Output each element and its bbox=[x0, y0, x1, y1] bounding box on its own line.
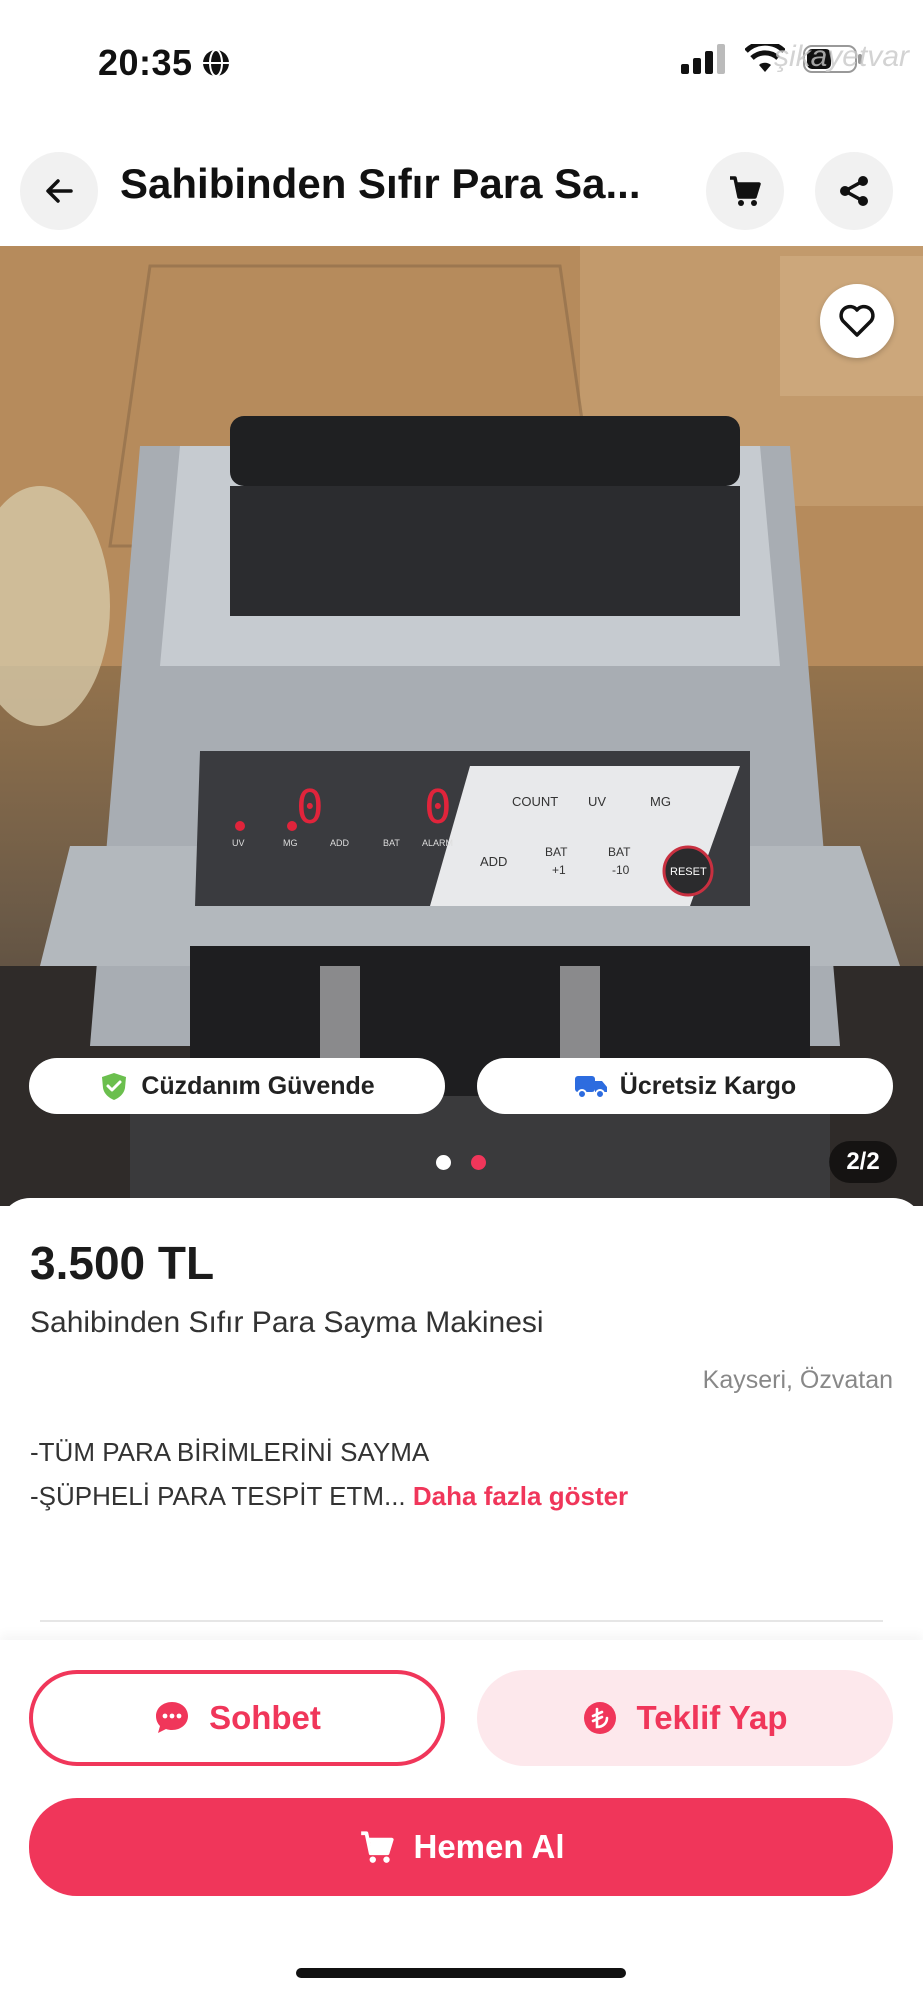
led-label-mg: MG bbox=[283, 838, 298, 848]
chat-button-label: Sohbet bbox=[209, 1699, 321, 1736]
divider bbox=[40, 1620, 883, 1622]
key-minus-ten: -10 bbox=[612, 863, 630, 877]
wallet-safe-badge: Cüzdanım Güvende bbox=[29, 1058, 445, 1114]
make-offer-button[interactable]: Teklif Yap bbox=[477, 1670, 893, 1766]
clock-text: 20:35 bbox=[98, 42, 193, 83]
cart-button[interactable] bbox=[706, 152, 784, 230]
back-button[interactable] bbox=[20, 152, 98, 230]
listing-price: 3.500 TL bbox=[30, 1237, 215, 1289]
share-button[interactable] bbox=[815, 152, 893, 230]
home-indicator[interactable] bbox=[296, 1968, 626, 1978]
show-more-link[interactable]: Daha fazla göster bbox=[413, 1481, 628, 1511]
lira-coin-icon bbox=[584, 1702, 617, 1734]
status-bar: 20:35 şikayetvar bbox=[0, 0, 923, 120]
buy-now-label: Hemen Al bbox=[413, 1828, 565, 1865]
arrow-left-icon bbox=[46, 179, 73, 203]
wallet-safe-label: Cüzdanım Güvende bbox=[141, 1071, 375, 1100]
make-offer-label: Teklif Yap bbox=[636, 1699, 788, 1736]
description-line-2-text: -ŞÜPHELİ PARA TESPİT ETM... bbox=[30, 1481, 406, 1511]
listing-details: 3.500 TL Sahibinden Sıfır Para Sayma Mak… bbox=[0, 1198, 923, 1638]
signal-icon bbox=[681, 44, 725, 74]
description-line-1: -TÜM PARA BİRİMLERİNİ SAYMA bbox=[30, 1437, 430, 1467]
globe-icon bbox=[202, 49, 229, 77]
free-shipping-badge: Ücretsiz Kargo bbox=[477, 1058, 893, 1114]
led-digit-right: 0 bbox=[424, 780, 452, 834]
share-icon bbox=[840, 176, 868, 206]
key-count: COUNT bbox=[512, 794, 558, 809]
free-shipping-label: Ücretsiz Kargo bbox=[619, 1071, 797, 1100]
buy-now-button[interactable]: Hemen Al bbox=[29, 1798, 893, 1896]
watermark-text: şikayetvar bbox=[773, 40, 909, 73]
chat-button[interactable]: Sohbet bbox=[29, 1670, 445, 1766]
page-title: Sahibinden Sıfır Para Sa... bbox=[120, 160, 641, 207]
led-label-alarm: ALARM bbox=[422, 838, 453, 848]
description-line-2: -ŞÜPHELİ PARA TESPİT ETM... Daha fazla g… bbox=[30, 1474, 628, 1518]
led-label-bat: BAT bbox=[383, 838, 400, 848]
heart-icon bbox=[839, 304, 875, 337]
photo-page-counter: 2/2 bbox=[829, 1141, 897, 1183]
key-plus-one: +1 bbox=[552, 863, 566, 877]
cart-icon bbox=[730, 176, 761, 206]
carousel-dot-1[interactable] bbox=[436, 1155, 451, 1170]
key-add: ADD bbox=[480, 854, 507, 869]
key-bat-plus: BAT bbox=[545, 845, 568, 859]
chat-bubble-icon bbox=[156, 1702, 189, 1733]
key-bat-minus: BAT bbox=[608, 845, 631, 859]
key-uv: UV bbox=[588, 794, 606, 809]
led-label-uv: UV bbox=[232, 838, 245, 848]
key-mg: MG bbox=[650, 794, 671, 809]
listing-title: Sahibinden Sıfır Para Sayma Makinesi bbox=[30, 1306, 544, 1339]
key-reset: RESET bbox=[670, 866, 707, 878]
carousel-indicators bbox=[436, 1155, 486, 1170]
favorite-button[interactable] bbox=[820, 284, 894, 358]
cart-icon bbox=[360, 1831, 394, 1863]
bottom-action-bar: Sohbet Teklif Yap Hemen Al bbox=[0, 1640, 923, 2000]
carousel-dot-2-active[interactable] bbox=[471, 1155, 486, 1170]
truck-icon bbox=[574, 1076, 607, 1099]
status-time: 20:35 bbox=[98, 42, 231, 84]
top-app-bar: Sahibinden Sıfır Para Sa... bbox=[0, 140, 923, 240]
listing-description: -TÜM PARA BİRİMLERİNİ SAYMA -ŞÜPHELİ PAR… bbox=[30, 1430, 628, 1518]
led-label-add: ADD bbox=[330, 838, 350, 848]
listing-location: Kayseri, Özvatan bbox=[702, 1366, 893, 1394]
shield-check-icon bbox=[102, 1073, 127, 1100]
led-digit-left: 0 bbox=[296, 780, 324, 834]
